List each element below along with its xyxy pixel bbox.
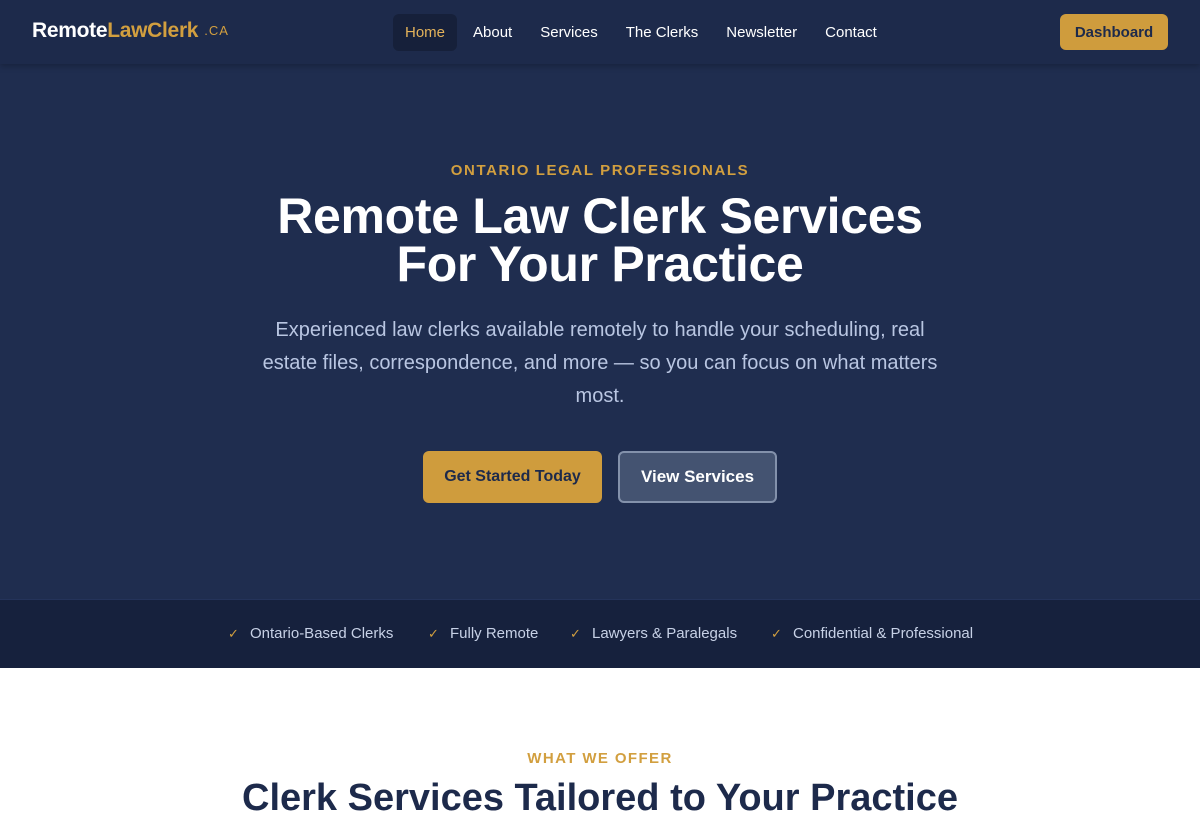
nav-services[interactable]: Services	[528, 14, 610, 51]
trust-item-label: Confidential & Professional	[793, 625, 974, 642]
trust-item-label: Lawyers & Paralegals	[592, 625, 738, 642]
check-icon: ✓	[428, 626, 439, 641]
nav-home[interactable]: Home	[393, 14, 458, 51]
hero-eyebrow: ONTARIO LEGAL PROFESSIONALS	[450, 162, 750, 179]
site-logo[interactable]: RemoteLawClerk .CA	[32, 19, 229, 43]
check-icon: ✓	[228, 626, 239, 641]
logo-part-lawclerk: LawClerk	[107, 19, 199, 42]
nav-contact[interactable]: Contact	[813, 14, 889, 51]
trust-item-confidential: ✓ Confidential & Professional	[771, 624, 973, 644]
trust-item-ontario: ✓ Ontario-Based Clerks	[228, 624, 393, 644]
nav-the-clerks[interactable]: The Clerks	[614, 14, 711, 51]
offer-title: Clerk Services Tailored to Your Practice	[242, 777, 958, 819]
get-started-button[interactable]: Get Started Today	[423, 451, 602, 503]
logo-tld: .CA	[204, 23, 229, 38]
main-menu: Home About Services The Clerks Newslette…	[393, 14, 893, 51]
nav-newsletter[interactable]: Newsletter	[714, 14, 809, 51]
hero-title-line-2: For Your Practice	[396, 236, 804, 292]
check-icon: ✓	[570, 626, 581, 641]
nav-about[interactable]: About	[461, 14, 524, 51]
trust-item-lawyers: ✓ Lawyers & Paralegals	[570, 624, 737, 644]
trust-bar: ✓ Ontario-Based Clerks ✓ Fully Remote ✓ Law…	[0, 599, 1200, 668]
view-services-button[interactable]: View Services	[618, 451, 777, 503]
dashboard-button[interactable]: Dashboard	[1060, 14, 1168, 50]
logo-part-remote: Remote	[32, 19, 108, 42]
trust-item-label: Ontario-Based Clerks	[250, 625, 394, 642]
hero-section: ONTARIO LEGAL PROFESSIONALS Remote Law C…	[0, 64, 1200, 599]
check-icon: ✓	[771, 626, 782, 641]
trust-item-label: Fully Remote	[450, 625, 539, 642]
trust-item-remote: ✓ Fully Remote	[428, 624, 538, 644]
offer-eyebrow: WHAT WE OFFER	[527, 750, 673, 767]
hero-title: Remote Law Clerk Services For Your Pract…	[200, 191, 1000, 289]
top-navigation: RemoteLawClerk .CA Home About Services Th…	[0, 0, 1200, 64]
hero-description: Experienced law clerks available remotel…	[262, 319, 938, 407]
